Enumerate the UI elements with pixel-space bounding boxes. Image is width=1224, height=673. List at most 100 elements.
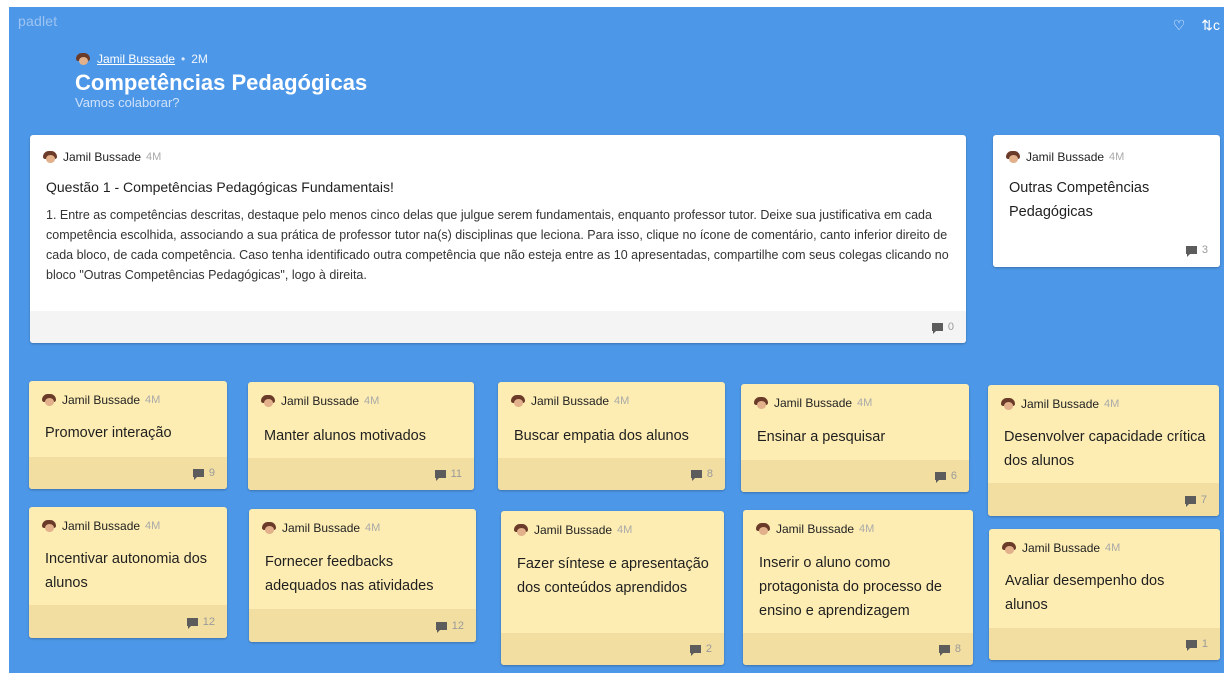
post-card-fornecer-feedbacks[interactable]: Jamil Bussade 4M Fornecer feedbacks adeq… [249,509,476,642]
post-time: 4M [146,151,162,163]
comment-icon[interactable] [690,470,702,481]
comment-count: 9 [208,467,215,479]
avatar [261,521,277,535]
post-title: Fazer síntese e apresentação dos conteúd… [517,556,709,596]
post-footer: 12 [249,609,476,642]
post-time: 4M [614,395,630,407]
comment-icon[interactable] [1184,495,1196,507]
avatar [42,150,58,164]
comment-icon[interactable] [1185,246,1197,257]
post-author: Jamil Bussade [63,150,142,164]
avatar [755,522,771,536]
post-title: Desenvolver capacidade crítica dos aluno… [1004,429,1206,469]
post-footer: 7 [988,483,1219,516]
post-title: Manter alunos motivados [264,428,426,444]
post-meta: Jamil Bussade 4M [1005,150,1124,164]
comment-icon[interactable] [938,645,950,656]
post-card-avaliar-desempenho[interactable]: Jamil Bussade 4M Avaliar desempenho dos … [989,529,1220,660]
board-title: Competências Pedagógicas [75,70,368,95]
post-author: Jamil Bussade [281,394,360,408]
post-meta: Jamil Bussade 4M [510,394,629,408]
post-author: Jamil Bussade [531,394,610,408]
separator-dot: • [181,52,186,66]
post-author: Jamil Bussade [282,521,361,535]
post-time: 4M [617,524,633,536]
comment-icon[interactable] [186,617,198,629]
post-title: Fornecer feedbacks adequados nas ativida… [265,554,434,594]
heart-icon[interactable]: ♡ [1173,17,1186,34]
comment-icon[interactable] [435,621,447,633]
comment-icon[interactable] [934,472,946,483]
post-footer: 8 [498,458,725,490]
post-footer: 2 [501,633,724,665]
avatar[interactable] [75,52,91,66]
avatar [513,523,529,537]
board-header: Jamil Bussade • 2M Competências Pedagógi… [75,52,367,110]
post-time: 4M [145,520,161,532]
post-time: 4M [145,394,161,406]
comment-count: 0 [947,321,954,333]
post-footer: 1 [989,628,1220,660]
comment-count: 1 [1201,638,1208,650]
post-card-outras-competencias[interactable]: Jamil Bussade 4M Outras Competências Ped… [993,135,1220,267]
post-title: Promover interação [45,425,172,441]
comment-icon[interactable] [192,469,204,480]
post-time: 4M [1105,542,1121,554]
remake-icon[interactable]: ⇅c [1201,17,1220,34]
post-card-buscar-empatia[interactable]: Jamil Bussade 4M Buscar empatia dos alun… [498,382,725,490]
post-author: Jamil Bussade [1022,541,1101,555]
post-title: Incentivar autonomia dos alunos [45,551,208,591]
post-meta: Jamil Bussade 4M [261,521,380,535]
board-age: 2M [191,52,208,66]
post-author: Jamil Bussade [1021,397,1100,411]
post-author: Jamil Bussade [62,519,141,533]
post-card-incentivar-autonomia[interactable]: Jamil Bussade 4M Incentivar autonomia do… [29,507,227,638]
post-author: Jamil Bussade [774,396,853,410]
post-card-capacidade-critica[interactable]: Jamil Bussade 4M Desenvolver capacidade … [988,385,1219,516]
avatar [260,394,276,408]
post-meta: Jamil Bussade 4M [513,523,632,537]
post-title: Ensinar a pesquisar [757,429,886,445]
post-card-questao-1[interactable]: Jamil Bussade 4M Questão 1 - Competência… [30,135,966,343]
post-meta: Jamil Bussade 4M [260,394,379,408]
post-title: Buscar empatia dos alunos [514,428,689,444]
post-meta: Jamil Bussade 4M [41,393,160,407]
comment-icon[interactable] [931,323,943,334]
post-card-fazer-sintese[interactable]: Jamil Bussade 4M Fazer síntese e apresen… [501,511,724,665]
post-title: Questão 1 - Competências Pedagógicas Fun… [46,179,394,195]
post-author: Jamil Bussade [776,522,855,536]
post-author: Jamil Bussade [62,393,141,407]
post-meta: Jamil Bussade 4M [1001,541,1120,555]
post-time: 4M [1109,151,1125,163]
comment-count: 11 [450,468,462,480]
post-title: Inserir o aluno como protagonista do pro… [759,555,942,619]
post-footer: 12 [29,605,227,638]
comment-icon[interactable] [1185,640,1197,651]
post-meta: Jamil Bussade 4M [753,396,872,410]
avatar [41,519,57,533]
post-card-aluno-protagonista[interactable]: Jamil Bussade 4M Inserir o aluno como pr… [743,510,973,665]
post-time: 4M [859,523,875,535]
avatar [510,394,526,408]
comment-icon[interactable] [434,470,446,481]
post-footer: 6 [741,460,969,492]
padlet-board: padlet ♡ ⇅c Jamil Bussade • 2M Competênc… [9,7,1224,673]
post-card-manter-alunos-motivados[interactable]: Jamil Bussade 4M Manter alunos motivados… [248,382,474,490]
avatar [1001,541,1017,555]
avatar [1005,150,1021,164]
post-footer: 11 [248,458,474,490]
comment-count: 7 [1200,493,1207,506]
post-card-ensinar-a-pesquisar[interactable]: Jamil Bussade 4M Ensinar a pesquisar 6 [741,384,969,492]
avatar [1000,397,1016,411]
post-body: 1. Entre as competências descritas, dest… [46,208,949,282]
post-meta: Jamil Bussade 4M [1000,397,1119,411]
comment-icon[interactable] [689,645,701,656]
author-link[interactable]: Jamil Bussade [97,52,175,66]
padlet-logo[interactable]: padlet [18,13,57,29]
post-author: Jamil Bussade [1026,150,1105,164]
post-card-promover-interacao[interactable]: Jamil Bussade 4M Promover interação 9 [29,381,227,489]
post-title: Avaliar desempenho dos alunos [1005,573,1165,613]
post-meta: Jamil Bussade 4M [42,150,161,164]
comment-count: 2 [705,643,712,655]
post-footer: 0 [30,311,966,343]
